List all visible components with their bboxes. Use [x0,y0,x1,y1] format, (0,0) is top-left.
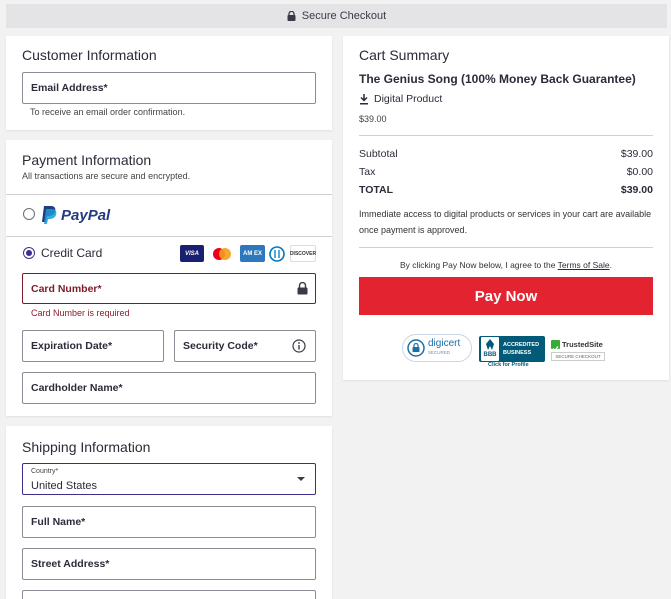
subtotal-row: Subtotal $39.00 [359,148,653,160]
bbb-badge[interactable]: BBB ACCREDITED BUSINESS [479,336,545,362]
pay-now-button[interactable]: Pay Now [359,277,653,315]
bbb-torch-icon: BBB [481,337,499,361]
total-value: $39.00 [620,184,653,196]
secure-checkout-title: Secure Checkout [301,10,387,22]
tax-row: Tax $0.00 [359,166,653,178]
lock-icon [297,281,308,300]
digicert-badge[interactable]: digicert SECURED [402,334,472,362]
trustedsite-label: TrustedSite [562,339,603,349]
email-field-label: Email Address* [31,82,108,94]
credit-card-label[interactable]: Credit Card [41,246,102,260]
cart-divider-top [359,135,653,136]
paypal-radio[interactable] [23,208,35,220]
total-label: TOTAL [359,184,394,196]
diners-club-icon [268,245,286,262]
check-icon [551,339,560,352]
amex-icon: AM EX [240,245,265,262]
cart-divider-bottom [359,247,653,248]
discover-icon: DISCOVER [290,245,316,262]
mastercard-icon [209,245,235,262]
security-code-label: Security Code* [183,340,258,352]
tax-value: $0.00 [626,166,653,178]
payment-subtitle: All transactions are secure and encrypte… [22,171,191,181]
card-number-error: Card Number is required [31,308,130,318]
subtotal-value: $39.00 [620,148,653,160]
lock-icon [407,339,425,357]
access-note: Immediate access to digital products or … [359,209,652,235]
cardholder-name-field[interactable]: Cardholder Name* [22,372,316,404]
tax-label: Tax [359,166,376,178]
bbb-accredited: ACCREDITED [503,342,540,348]
country-value: United States [31,480,98,492]
chevron-down-icon [297,477,305,481]
credit-card-radio[interactable] [23,247,35,259]
country-label: Country* [31,468,59,475]
digicert-label: digicert [428,338,461,349]
trustedsite-badge[interactable]: TrustedSite SECURE CHECKOUT [551,338,607,362]
next-address-field[interactable] [22,590,316,599]
shipping-information-title: Shipping Information [22,439,151,455]
customer-information-card: Customer Information Email Address* To r… [6,36,332,130]
expiration-date-label: Expiration Date* [31,340,113,352]
security-code-field[interactable]: Security Code* [174,330,316,362]
subtotal-label: Subtotal [359,148,398,160]
total-row: TOTAL $39.00 [359,184,653,196]
payment-information-title: Payment Information [22,152,152,168]
terms-statement: By clicking Pay Now below, I agree to th… [359,260,653,270]
street-address-field[interactable]: Street Address* [22,548,316,580]
download-icon [359,93,369,105]
email-field[interactable]: Email Address* [22,72,316,104]
terms-of-sale-link[interactable]: Terms of Sale [558,260,610,270]
bbb-business: BUSINESS [503,350,532,356]
cart-summary-title: Cart Summary [359,47,450,63]
payment-divider-top [6,194,332,195]
bbb-abbr: BBB [483,352,497,358]
customer-information-title: Customer Information [22,47,157,63]
full-name-field[interactable]: Full Name* [22,506,316,538]
street-address-label: Street Address* [31,558,110,570]
email-hint: To receive an email order confirmation. [30,107,186,117]
card-number-field[interactable]: Card Number* [22,273,316,304]
terms-prefix: By clicking Pay Now below, I agree to th… [400,260,558,270]
expiration-date-field[interactable]: Expiration Date* [22,330,164,362]
cardholder-name-label: Cardholder Name* [31,382,123,394]
terms-suffix: . [609,260,612,270]
product-name: The Genius Song (100% Money Back Guarant… [359,72,636,86]
lock-icon [287,11,296,21]
card-number-label: Card Number* [31,282,102,295]
product-price: $39.00 [359,114,387,124]
info-icon[interactable] [292,339,306,358]
visa-icon: VISA [180,245,204,262]
product-type: Digital Product [359,93,442,105]
product-type-label: Digital Product [374,93,443,105]
paypal-option[interactable]: PayPal [41,204,110,226]
digicert-sub: SECURED [428,350,451,355]
bbb-profile-link[interactable]: Click for Profile [488,362,529,368]
country-select[interactable]: Country* United States [22,463,316,495]
full-name-label: Full Name* [31,516,86,528]
paypal-logo-icon [41,205,57,225]
payment-divider-middle [6,236,332,237]
secure-checkout-bar: Secure Checkout [6,4,667,28]
paypal-label: PayPal [61,206,111,224]
trustedsite-sub: SECURE CHECKOUT [551,352,605,361]
